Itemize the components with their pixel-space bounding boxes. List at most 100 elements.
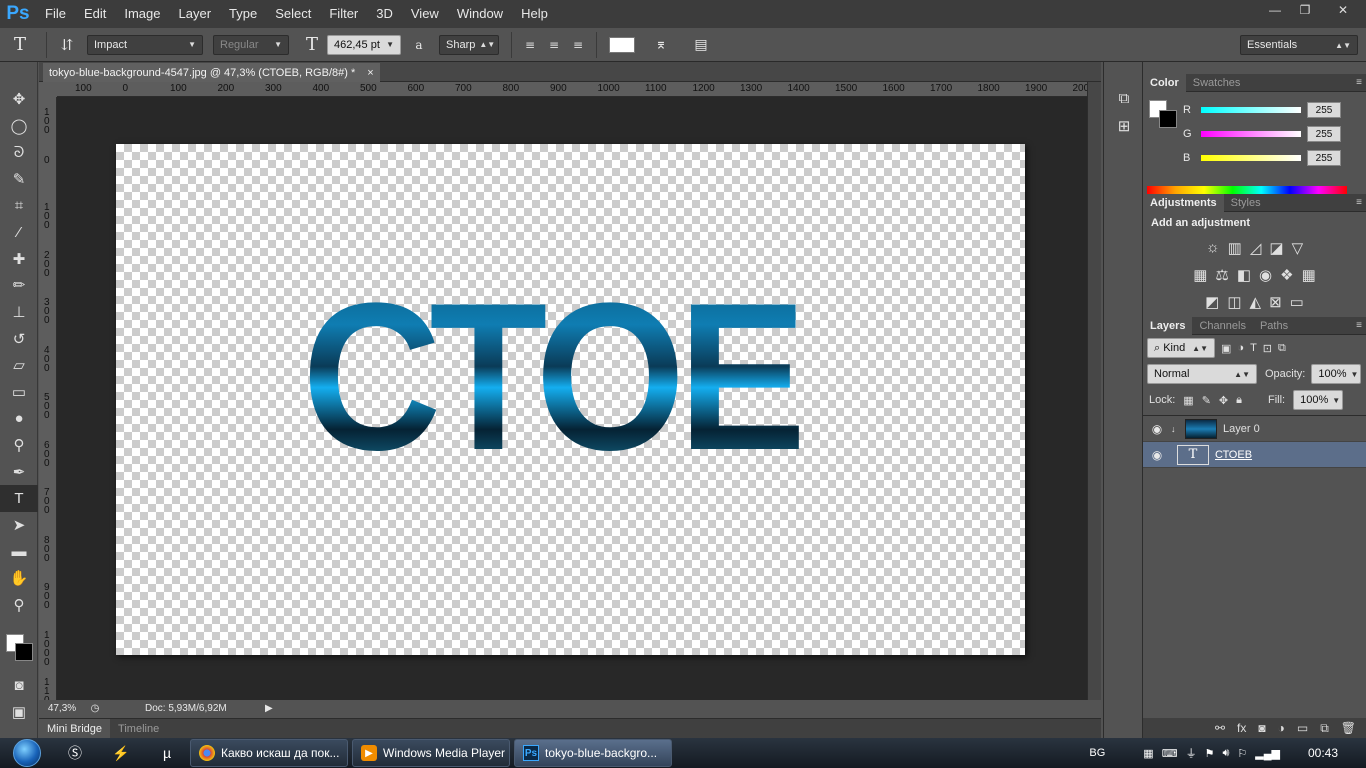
flag-icon[interactable]: ⚐ xyxy=(1237,747,1247,760)
font-style-select[interactable]: Regular ▼ xyxy=(213,34,289,55)
close-button[interactable]: ✕ xyxy=(1320,0,1366,20)
menu-edit[interactable]: Edit xyxy=(75,0,115,28)
action-center-icon[interactable]: ⚑ xyxy=(1205,747,1215,760)
invert-icon[interactable]: ◩ xyxy=(1205,293,1219,311)
panel-menu-icon[interactable]: ≡ xyxy=(1356,320,1362,331)
eye-icon[interactable]: ◉ xyxy=(1143,448,1171,462)
layer-style-icon[interactable]: fx xyxy=(1237,721,1246,735)
vertical-scrollbar[interactable] xyxy=(1087,82,1101,702)
toggle-text-orientation-icon[interactable]: ⇵ xyxy=(53,32,81,58)
crop-tool-icon[interactable]: ⌗ xyxy=(0,192,38,219)
hand-tool-icon[interactable]: ✋ xyxy=(0,565,38,592)
screen-mode-icon[interactable]: ▣ xyxy=(0,698,38,725)
quick-mask-icon[interactable]: ◙ xyxy=(0,672,38,699)
background-color-chip[interactable] xyxy=(1159,110,1177,128)
rectangle-tool-icon[interactable]: ▬ xyxy=(0,538,38,565)
color-balance-icon[interactable]: ⚖ xyxy=(1215,266,1228,284)
background-color-chip[interactable] xyxy=(15,642,33,661)
exposure-icon[interactable]: ◪ xyxy=(1269,239,1283,257)
path-selection-tool-icon[interactable]: ➤ xyxy=(0,512,38,539)
utorrent-icon[interactable]: µ xyxy=(144,738,190,768)
selective-color-icon[interactable]: ⊠ xyxy=(1269,293,1282,311)
menu-type[interactable]: Type xyxy=(220,0,266,28)
lasso-tool-icon[interactable]: ᘐ xyxy=(0,139,38,166)
task-photoshop[interactable]: Ps tokyo-blue-backgro... xyxy=(514,739,672,767)
canvas-workspace[interactable]: СТОЕВ xyxy=(57,97,1087,702)
threshold-icon[interactable]: ◭ xyxy=(1250,293,1262,311)
filter-type-icon[interactable]: T xyxy=(1250,342,1257,354)
align-center-icon[interactable]: ≡ xyxy=(542,32,566,58)
color-slider-r[interactable]: R 255 xyxy=(1183,102,1341,118)
tab-paths[interactable]: Paths xyxy=(1253,317,1295,335)
color-slider-g[interactable]: G 255 xyxy=(1183,126,1341,142)
clock[interactable]: 00:43 xyxy=(1308,746,1358,760)
menu-file[interactable]: File xyxy=(36,0,75,28)
align-right-icon[interactable]: ≡ xyxy=(566,32,590,58)
eyedropper-tool-icon[interactable]: ⁄ xyxy=(0,219,38,246)
type-tool-icon[interactable]: T xyxy=(0,484,38,512)
properties-panel-icon[interactable]: ⊞ xyxy=(1104,112,1144,140)
tab-styles[interactable]: Styles xyxy=(1224,194,1268,212)
levels-icon[interactable]: ▥ xyxy=(1228,239,1242,257)
volume-icon[interactable]: 🔊︎ xyxy=(1222,747,1229,760)
menu-help[interactable]: Help xyxy=(512,0,557,28)
lock-transparent-icon[interactable]: ▦ xyxy=(1183,394,1193,407)
text-color-swatch[interactable] xyxy=(609,36,635,53)
tab-color[interactable]: Color xyxy=(1143,73,1186,92)
dodge-tool-icon[interactable]: ⚲ xyxy=(0,432,38,459)
tab-swatches[interactable]: Swatches xyxy=(1186,74,1248,92)
new-layer-icon[interactable]: ⧉ xyxy=(1320,721,1329,736)
antialias-select[interactable]: Sharp ▲▼ xyxy=(439,34,499,55)
tab-adjustments[interactable]: Adjustments xyxy=(1143,193,1224,212)
tab-layers[interactable]: Layers xyxy=(1143,316,1193,335)
slider-value[interactable]: 255 xyxy=(1307,150,1341,166)
slider-value[interactable]: 255 xyxy=(1307,102,1341,118)
new-group-icon[interactable]: ▭ xyxy=(1297,721,1308,735)
eraser-tool-icon[interactable]: ▱ xyxy=(0,352,38,379)
gradient-map-icon[interactable]: ▭ xyxy=(1290,293,1304,311)
task-media-player[interactable]: ▶ Windows Media Player xyxy=(352,739,510,767)
brightness-contrast-icon[interactable]: ☼ xyxy=(1206,239,1220,256)
close-tab-icon[interactable]: × xyxy=(367,67,373,79)
filter-pixel-icon[interactable]: ▣ xyxy=(1221,342,1231,355)
fill-field[interactable]: 100% ▼ xyxy=(1293,390,1344,410)
document-canvas[interactable]: СТОЕВ xyxy=(116,144,1025,655)
pen-tool-icon[interactable]: ✒ xyxy=(0,458,38,485)
hue-saturation-icon[interactable]: ▦ xyxy=(1193,266,1207,284)
menu-3d[interactable]: 3D xyxy=(367,0,402,28)
posterize-icon[interactable]: ◫ xyxy=(1227,293,1241,311)
photo-filter-icon[interactable]: ◉ xyxy=(1259,266,1272,284)
menu-image[interactable]: Image xyxy=(115,0,169,28)
tab-timeline[interactable]: Timeline xyxy=(110,719,167,739)
history-brush-tool-icon[interactable]: ↺ xyxy=(0,325,38,352)
slider-track[interactable] xyxy=(1201,155,1301,161)
panel-menu-icon[interactable]: ≡ xyxy=(1356,77,1362,88)
slider-track[interactable] xyxy=(1201,131,1301,137)
tray-app-icon[interactable]: ▦ xyxy=(1143,747,1153,760)
slider-track[interactable] xyxy=(1201,107,1301,113)
workspace-select[interactable]: Essentials ▲▼ xyxy=(1240,35,1358,55)
marquee-tool-icon[interactable]: ◯ xyxy=(0,113,38,140)
status-menu-arrow-icon[interactable]: ▶ xyxy=(265,703,273,714)
menu-select[interactable]: Select xyxy=(266,0,320,28)
tab-mini-bridge[interactable]: Mini Bridge xyxy=(39,718,111,739)
menu-layer[interactable]: Layer xyxy=(170,0,221,28)
usb-icon[interactable]: ⏚ xyxy=(1186,745,1197,761)
winamp-icon[interactable]: ⚡ xyxy=(98,738,144,768)
task-chrome[interactable]: Какво искаш да пок... xyxy=(190,739,348,767)
healing-brush-tool-icon[interactable]: ✚ xyxy=(0,246,38,273)
character-panel-icon[interactable]: ▤ xyxy=(681,32,721,58)
zoom-level[interactable]: 47,3% xyxy=(39,703,85,714)
layer-row-layer-0[interactable]: ◉ ↓ Layer 0 xyxy=(1143,416,1366,442)
eye-icon[interactable]: ◉ xyxy=(1143,422,1171,436)
warp-text-icon[interactable]: ⌆ xyxy=(641,32,681,58)
document-tab[interactable]: tokyo-blue-background-4547.jpg @ 47,3% (… xyxy=(43,63,380,82)
lock-image-icon[interactable]: ✎ xyxy=(1202,394,1211,407)
brush-tool-icon[interactable]: ✏ xyxy=(0,272,38,299)
zoom-tool-icon[interactable]: ⚲ xyxy=(0,591,38,618)
restore-button[interactable]: ❐ xyxy=(1290,0,1320,20)
menu-view[interactable]: View xyxy=(402,0,448,28)
move-tool-icon[interactable]: ✥ xyxy=(0,86,38,113)
minimize-button[interactable]: — xyxy=(1260,0,1290,20)
gradient-tool-icon[interactable]: ▭ xyxy=(0,379,38,406)
